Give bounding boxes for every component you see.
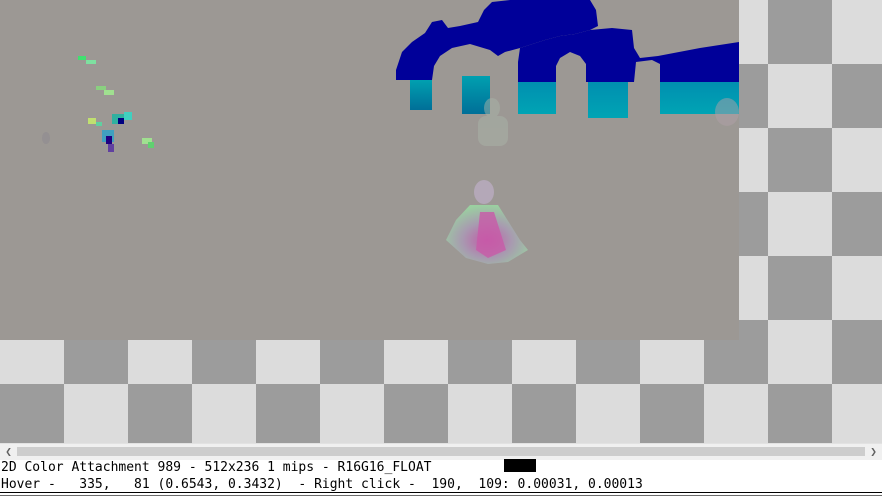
texture-info-text: 2D Color Attachment 989 - 512x236 1 mips…	[1, 460, 432, 475]
dress-figure	[446, 180, 528, 264]
teal-region	[410, 76, 739, 118]
texture-image	[42, 0, 739, 264]
texture-preview[interactable]	[0, 0, 739, 340]
blue-region	[396, 0, 739, 82]
horizontal-scrollbar[interactable]: ❮ ❯	[0, 443, 882, 460]
hover-info-text: Hover - 335, 81 (0.6543, 0.3432) - Right…	[1, 477, 643, 492]
pixel-color-swatch	[504, 459, 536, 472]
divider	[0, 495, 882, 496]
speckles	[78, 56, 154, 152]
texture-viewport[interactable]	[0, 0, 882, 443]
divider	[0, 492, 882, 493]
chevron-right-icon[interactable]: ❯	[865, 444, 882, 460]
scrollbar-thumb[interactable]	[17, 447, 865, 456]
chevron-left-icon[interactable]: ❮	[0, 444, 17, 460]
